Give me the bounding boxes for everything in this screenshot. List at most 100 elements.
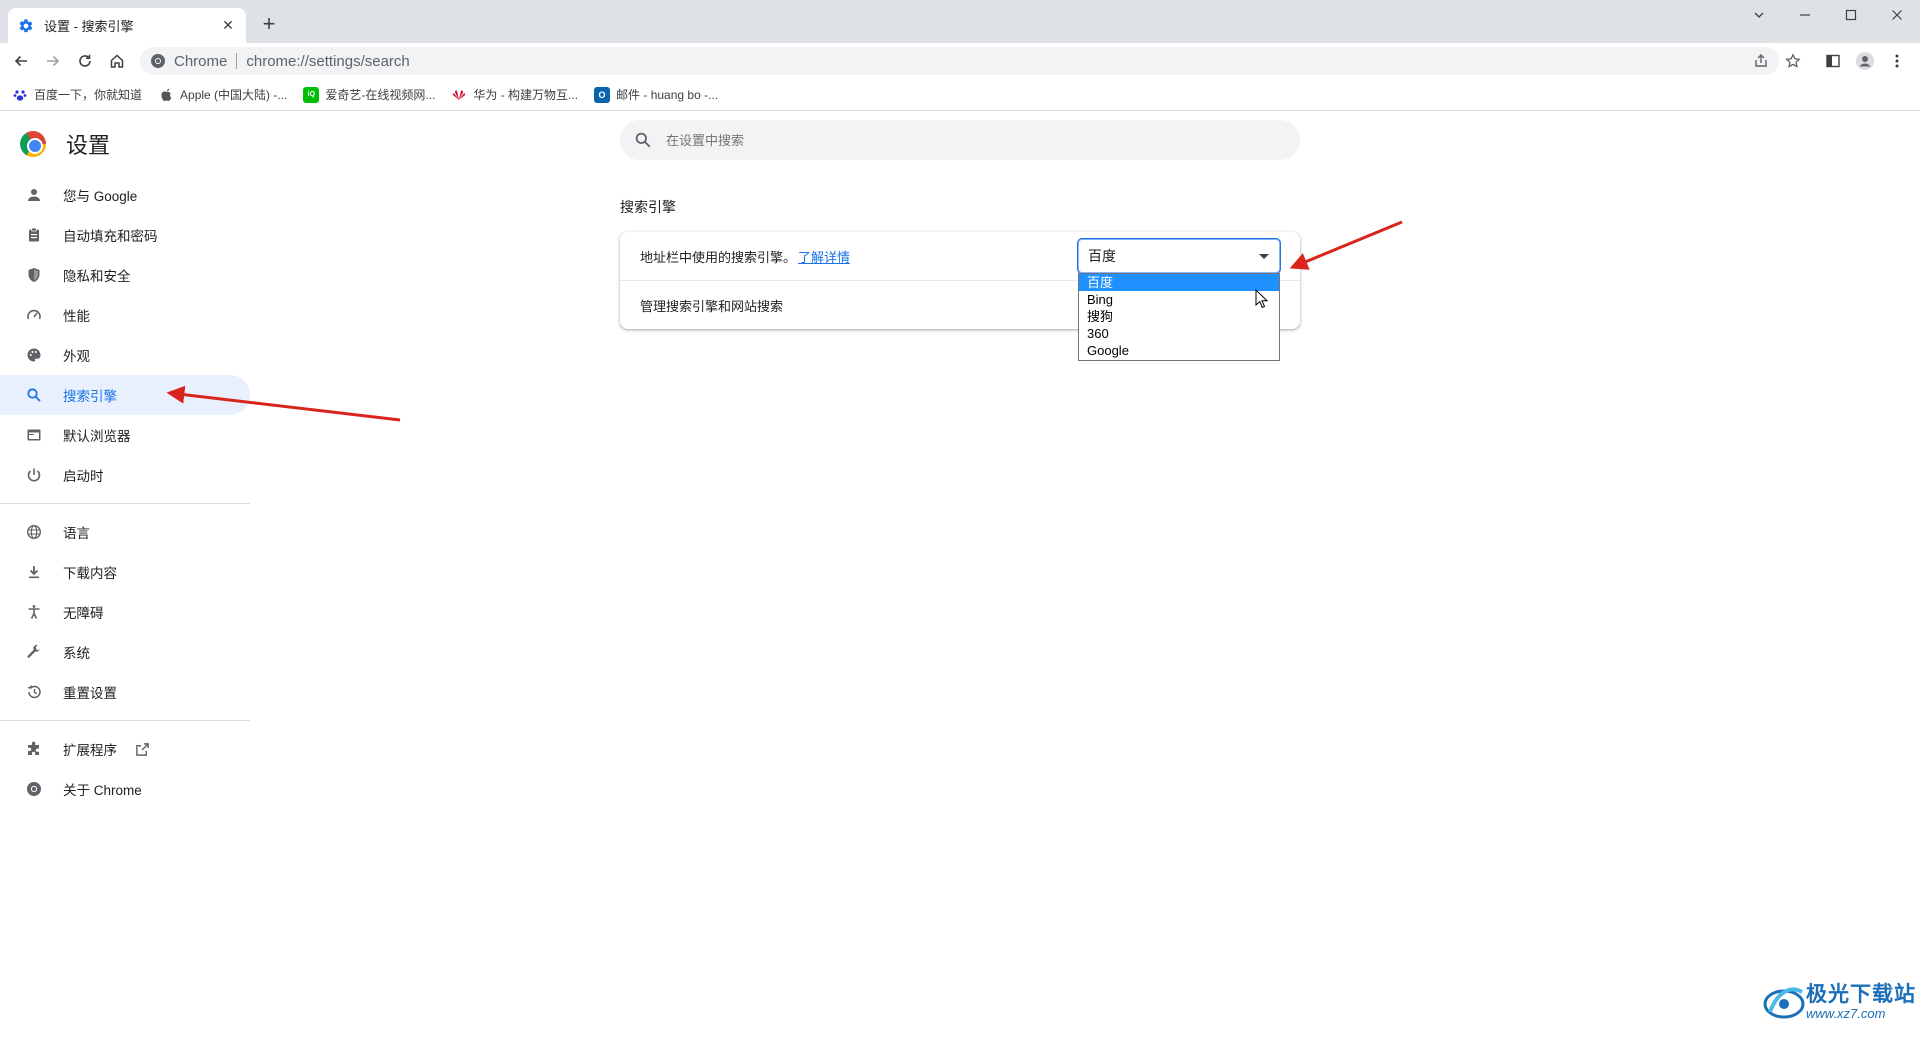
sidebar-item-label: 重置设置 xyxy=(63,686,117,701)
bookmark-huawei[interactable]: 华为 - 构建万物互... xyxy=(451,86,578,103)
bookmark-label: 邮件 - huang bo -... xyxy=(616,88,719,102)
watermark-url: www.xz7.com xyxy=(1806,1006,1886,1021)
forward-button[interactable] xyxy=(40,48,66,74)
bookmark-label: Apple (中国大陆) -... xyxy=(180,88,288,102)
tab-settings[interactable]: 设置 - 搜索引擎 ✕ xyxy=(8,8,246,43)
sidebar-item-label: 关于 Chrome xyxy=(63,783,142,798)
option-sogou[interactable]: 搜狗 xyxy=(1079,308,1279,325)
close-tab-icon[interactable]: ✕ xyxy=(220,17,236,34)
search-engine-options: 百度 Bing 搜狗 360 Google xyxy=(1078,273,1280,361)
share-button[interactable] xyxy=(1748,48,1774,74)
address-bar[interactable]: Chrome chrome://settings/search xyxy=(140,47,1779,75)
sidebar-item-system[interactable]: 系统 xyxy=(0,632,250,672)
maximize-icon xyxy=(1845,9,1857,21)
nav-divider xyxy=(0,720,250,721)
back-button[interactable] xyxy=(8,48,34,74)
search-engine-row: 地址栏中使用的搜索引擎。 了解详情 xyxy=(640,232,850,280)
sidebar-item-about-chrome[interactable]: 关于 Chrome xyxy=(0,769,250,809)
chrome-icon xyxy=(24,779,44,799)
shield-icon xyxy=(24,265,44,285)
person-icon xyxy=(24,185,44,205)
sidebar-item-label: 您与 Google xyxy=(63,189,138,204)
tab-strip: 设置 - 搜索引擎 ✕ + xyxy=(0,0,1920,43)
sidebar-item-on-startup[interactable]: 启动时 xyxy=(0,455,250,495)
sidebar-item-label: 无障碍 xyxy=(63,606,104,621)
bookmark-apple[interactable]: Apple (中国大陆) -... xyxy=(158,86,287,103)
bookmark-baidu[interactable]: 百度一下，你就知道 xyxy=(12,86,142,103)
toolbar: Chrome chrome://settings/search xyxy=(0,43,1920,79)
download-icon xyxy=(24,562,44,582)
new-tab-button[interactable]: + xyxy=(258,13,280,36)
scheme-label: Chrome xyxy=(174,52,228,70)
chrome-logo-icon xyxy=(20,131,46,157)
bookmark-outlook[interactable]: O 邮件 - huang bo -... xyxy=(594,86,718,103)
tab-search-button[interactable] xyxy=(1736,0,1782,30)
sidebar-item-search-engine[interactable]: 搜索引擎 xyxy=(0,375,250,415)
select-value: 百度 xyxy=(1088,248,1116,264)
sidebar-item-label: 隐私和安全 xyxy=(63,269,131,284)
sidebar-item-performance[interactable]: 性能 xyxy=(0,295,250,335)
kebab-menu-icon xyxy=(1895,54,1899,68)
sidebar-item-appearance[interactable]: 外观 xyxy=(0,335,250,375)
profile-button[interactable] xyxy=(1852,48,1878,74)
arrow-left-icon xyxy=(14,55,27,67)
settings-sidebar: 设置 您与 Google 自动填充和密码 隐私和安全 性能 外观 搜索引擎 默认… xyxy=(0,112,250,1037)
huawei-icon xyxy=(451,87,467,103)
manage-search-engines-row[interactable]: 管理搜索引擎和网站搜索 xyxy=(640,281,783,329)
sidebar-item-label: 启动时 xyxy=(63,469,104,484)
option-google[interactable]: Google xyxy=(1079,342,1279,359)
browser-icon xyxy=(24,425,44,445)
mouse-cursor-icon xyxy=(1255,289,1269,309)
settings-search-input[interactable] xyxy=(666,132,1266,148)
sidebar-item-you-and-google[interactable]: 您与 Google xyxy=(0,175,250,215)
accessibility-icon xyxy=(24,602,44,622)
manage-search-engines-label: 管理搜索引擎和网站搜索 xyxy=(640,298,784,314)
home-icon xyxy=(110,54,124,68)
minimize-button[interactable] xyxy=(1782,0,1828,30)
clipboard-icon xyxy=(24,225,44,245)
nav-divider xyxy=(0,503,250,504)
palette-icon xyxy=(24,345,44,365)
close-icon xyxy=(1892,10,1902,20)
option-360[interactable]: 360 xyxy=(1079,325,1279,342)
sidebar-item-default-browser[interactable]: 默认浏览器 xyxy=(0,415,250,455)
apple-icon xyxy=(158,87,174,103)
bookmark-iqiyi[interactable]: iQ 爱奇艺-在线视频网... xyxy=(303,86,435,103)
bookmark-star-button[interactable] xyxy=(1780,48,1806,74)
learn-more-link[interactable]: 了解详情 xyxy=(798,247,850,266)
maximize-button[interactable] xyxy=(1828,0,1874,30)
restore-icon xyxy=(24,682,44,702)
sidebar-item-label: 下载内容 xyxy=(63,566,117,581)
search-icon xyxy=(24,385,44,405)
power-icon xyxy=(24,465,44,485)
sidebar-item-autofill[interactable]: 自动填充和密码 xyxy=(0,215,250,255)
bookmark-label: 百度一下，你就知道 xyxy=(34,88,143,102)
option-baidu[interactable]: 百度 xyxy=(1079,274,1279,291)
option-bing[interactable]: Bing xyxy=(1079,291,1279,308)
home-button[interactable] xyxy=(104,48,130,74)
sidebar-item-reset[interactable]: 重置设置 xyxy=(0,672,250,712)
share-icon xyxy=(1755,54,1767,67)
menu-button[interactable] xyxy=(1884,48,1910,74)
close-window-button[interactable] xyxy=(1874,0,1920,30)
globe-icon xyxy=(24,522,44,542)
baidu-paw-icon xyxy=(12,87,28,103)
sidebar-item-privacy[interactable]: 隐私和安全 xyxy=(0,255,250,295)
tab-title: 设置 - 搜索引擎 xyxy=(44,19,134,34)
settings-search[interactable] xyxy=(620,120,1300,160)
sidebar-item-extensions[interactable]: 扩展程序 xyxy=(0,729,250,769)
sidebar-item-downloads[interactable]: 下载内容 xyxy=(0,552,250,592)
watermark-logo-icon xyxy=(1763,987,1805,1019)
sidebar-item-label: 默认浏览器 xyxy=(63,429,131,444)
sidebar-item-accessibility[interactable]: 无障碍 xyxy=(0,592,250,632)
side-panel-button[interactable] xyxy=(1820,48,1846,74)
search-engine-description: 地址栏中使用的搜索引擎。 xyxy=(640,249,797,265)
search-engine-select[interactable]: 百度 xyxy=(1078,239,1280,273)
star-icon xyxy=(1785,53,1801,68)
reload-button[interactable] xyxy=(72,48,98,74)
sidebar-item-languages[interactable]: 语言 xyxy=(0,512,250,552)
dropdown-caret-icon xyxy=(1259,254,1269,259)
reload-icon xyxy=(79,54,91,67)
minimize-icon xyxy=(1800,14,1810,16)
url-text[interactable]: chrome://settings/search xyxy=(246,53,409,70)
